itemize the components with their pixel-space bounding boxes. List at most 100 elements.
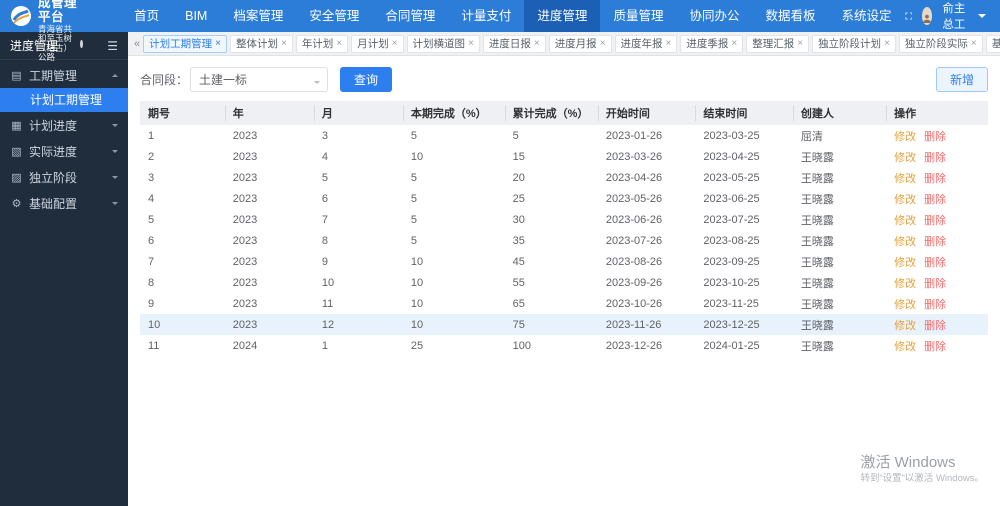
sidebar-submenu-item[interactable]: 计划工期管理 [0, 88, 128, 112]
top-nav-item[interactable]: 进度管理 [524, 0, 601, 32]
search-button[interactable]: 查询 [340, 67, 393, 92]
delete-link[interactable]: 删除 [924, 194, 946, 206]
delete-link[interactable]: 删除 [924, 341, 946, 353]
delete-link[interactable]: 删除 [924, 257, 946, 269]
page-tab[interactable]: 独立阶段实际 × [898, 34, 983, 53]
edit-link[interactable]: 修改 [894, 299, 916, 311]
page-tab[interactable]: 计划横道图 × [406, 34, 480, 53]
table-cell: 2023-07-25 [703, 213, 760, 226]
contract-section-value: 土建一标 [199, 73, 248, 87]
table-row[interactable]: 2 2023 4 10 15 2023-03-26 2023-04-25 王晓露 修改 删除 [140, 146, 988, 167]
page-tab[interactable]: 月计划 × [351, 34, 404, 53]
table-row[interactable]: 8 2023 10 10 55 2023-09-26 2023-10-25 王晓露 修改 删除 [140, 272, 988, 293]
table-row[interactable]: 10 2023 12 10 75 2023-11-26 2023-12-25 王晓露 修改 删除 [140, 314, 988, 335]
delete-link[interactable]: 删除 [924, 299, 946, 311]
edit-link[interactable]: 修改 [894, 320, 916, 332]
tab-close-icon[interactable]: × [884, 38, 890, 49]
tab-close-icon[interactable]: × [215, 38, 221, 49]
table-row[interactable]: 9 2023 11 10 65 2023-10-26 2023-11-25 王晓露 修改 删除 [140, 293, 988, 314]
sidebar-menu-item[interactable]: ▨ 独立阶段 [0, 164, 128, 190]
edit-link[interactable]: 修改 [894, 131, 916, 143]
table-cell: 2023-04-26 [605, 171, 663, 184]
edit-link[interactable]: 修改 [894, 215, 916, 227]
tab-close-icon[interactable]: × [666, 38, 672, 49]
table-row[interactable]: 6 2023 8 5 35 2023-07-26 2023-08-25 王晓露 修改 删除 [140, 230, 988, 251]
tab-close-icon[interactable]: × [600, 38, 606, 49]
tab-close-icon[interactable]: × [468, 38, 474, 49]
delete-link[interactable]: 删除 [924, 173, 946, 185]
sidebar-menu-item[interactable]: ▧ 实际进度 [0, 138, 128, 164]
fullscreen-icon[interactable] [904, 9, 913, 23]
collapse-menu-icon[interactable]: ☰ [107, 39, 118, 53]
table-cell: 2023-07-26 [605, 234, 663, 247]
contract-section-select[interactable]: 土建一标 [190, 67, 329, 92]
page-tab[interactable]: 独立阶段计划 × [812, 34, 896, 53]
tab-close-icon[interactable]: × [731, 38, 737, 49]
edit-link[interactable]: 修改 [894, 173, 916, 185]
page-tab[interactable]: 年计划 × [295, 34, 349, 53]
subtitle-badge-icon [80, 39, 84, 48]
table-row[interactable]: 4 2023 6 5 25 2023-05-26 2023-06-25 王晓露 修改 删除 [140, 188, 988, 209]
top-nav-item[interactable]: 合同管理 [372, 0, 448, 32]
edit-link[interactable]: 修改 [894, 341, 916, 353]
table-cell: 2023 [232, 150, 258, 163]
table-cell: 75 [504, 314, 598, 335]
edit-link[interactable]: 修改 [894, 152, 916, 164]
sidebar-menu-item[interactable]: ▦ 计划进度 [0, 112, 128, 138]
edit-link[interactable]: 修改 [894, 257, 916, 269]
top-nav-item[interactable]: BIM [172, 0, 220, 32]
top-nav-item[interactable]: 首页 [121, 0, 172, 32]
page-tab[interactable]: 进度年报 × [614, 34, 678, 53]
tab-close-icon[interactable]: × [392, 38, 398, 49]
table-cell: 55 [512, 276, 525, 289]
table-cell: 6 [148, 234, 155, 247]
sidebar-menu-item[interactable]: ⚙ 基础配置 [0, 190, 128, 216]
top-nav-item[interactable]: 协同办公 [676, 0, 752, 32]
delete-link[interactable]: 删除 [924, 215, 946, 227]
table-row[interactable]: 5 2023 7 5 30 2023-06-26 2023-07-25 王晓露 修改 删除 [140, 209, 988, 230]
table-header-row: 期号年月本期完成（%） 累计完成（%） 开始时间 结束时间 创建人 操作 [140, 101, 988, 125]
tab-close-icon[interactable]: × [281, 38, 287, 49]
delete-link[interactable]: 删除 [924, 131, 946, 143]
table-cell: 2023-10-25 [703, 276, 760, 289]
tabs-scroll-left-icon[interactable]: « [131, 38, 143, 50]
table-row[interactable]: 7 2023 9 10 45 2023-08-26 2023-09-25 王晓露 修改 删除 [140, 251, 988, 272]
top-nav-item[interactable]: 计量支付 [448, 0, 524, 32]
tab-close-icon[interactable]: × [336, 38, 342, 49]
top-nav-item[interactable]: 质量管理 [600, 0, 676, 32]
top-nav-item[interactable]: 系统设定 [828, 0, 904, 32]
delete-link[interactable]: 删除 [924, 278, 946, 290]
table-row[interactable]: 11 2024 1 25 100 2023-12-26 2024-01-25 王晓露 修改 删除 [140, 335, 988, 356]
top-nav-item[interactable]: 安全管理 [296, 0, 372, 32]
page-tab-label: 进度年报 [620, 38, 663, 50]
table-row[interactable]: 1 2023 3 5 5 2023-01-26 2023-03-25 屈清 修改 删除 [140, 125, 988, 146]
user-caret-down-icon[interactable] [978, 14, 986, 22]
page-tab[interactable]: 整体计划 × [229, 34, 293, 53]
page-tab[interactable]: 进度日报 × [482, 34, 546, 53]
user-name[interactable]: 俞主总工 [942, 0, 968, 32]
user-avatar[interactable] [922, 7, 933, 25]
table-actions-cell: 修改 删除 [886, 314, 988, 335]
table-cell: 王晓露 [800, 235, 834, 248]
delete-link[interactable]: 删除 [924, 236, 946, 248]
page-tab[interactable]: 整理汇报 × [746, 34, 810, 53]
page-tab[interactable]: 基础项配置 × [985, 34, 1000, 53]
tab-close-icon[interactable]: × [797, 38, 803, 49]
top-nav-item[interactable]: 数据看板 [752, 0, 828, 32]
tab-close-icon[interactable]: × [971, 38, 977, 49]
page-tab[interactable]: 进度季报 × [680, 34, 744, 53]
table-row[interactable]: 3 2023 5 5 20 2023-04-26 2023-05-25 王晓露 修改 删除 [140, 167, 988, 188]
sidebar-menu-item[interactable]: ▤ 工期管理 [0, 62, 128, 88]
content-panel: 合同段： 土建一标 查询 新增 期号年月本期完成（%） 累计完成（%） 开始时间… [128, 56, 1000, 506]
edit-link[interactable]: 修改 [894, 194, 916, 206]
page-tab[interactable]: 进度月报 × [548, 34, 612, 53]
page-tab[interactable]: 计划工期管理 × [143, 34, 227, 53]
table-actions-cell: 修改 删除 [886, 230, 988, 251]
delete-link[interactable]: 删除 [924, 152, 946, 164]
delete-link[interactable]: 删除 [924, 320, 946, 332]
edit-link[interactable]: 修改 [894, 278, 916, 290]
tab-close-icon[interactable]: × [534, 38, 540, 49]
add-button[interactable]: 新增 [935, 67, 988, 92]
edit-link[interactable]: 修改 [894, 236, 916, 248]
top-nav-item[interactable]: 档案管理 [220, 0, 296, 32]
